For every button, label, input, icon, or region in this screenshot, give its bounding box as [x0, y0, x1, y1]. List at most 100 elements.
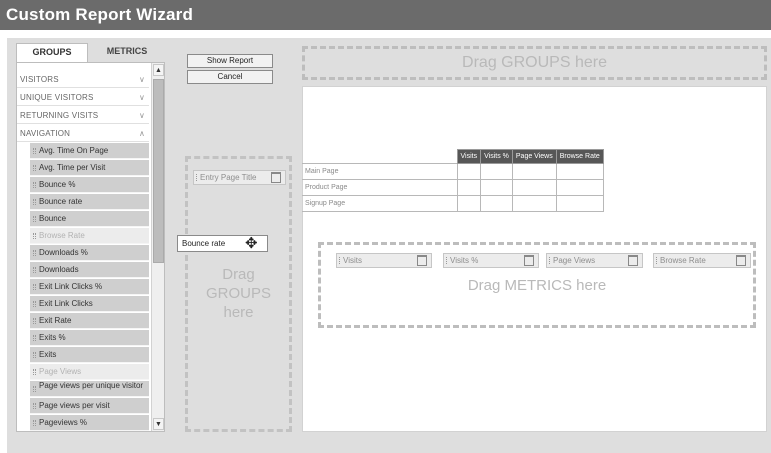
column-header: Visits — [456, 149, 482, 164]
metric-label: Exit Rate — [39, 316, 72, 325]
metric-label: Pageviews % — [39, 418, 88, 427]
table-cell — [511, 195, 557, 212]
group-chip[interactable]: Entry Page Title — [193, 170, 286, 185]
metric-label: Browse Rate — [39, 231, 85, 240]
metric-label: Bounce % — [39, 180, 76, 189]
metric-label: Bounce rate — [39, 197, 83, 206]
trash-icon[interactable] — [271, 172, 281, 183]
chevron-down-icon[interactable]: ∨ — [139, 71, 145, 88]
drag-handle-icon — [33, 318, 36, 324]
table-cell — [480, 179, 513, 196]
metric-item[interactable]: Page views per unique visitor — [30, 381, 149, 397]
drag-handle-icon — [33, 199, 36, 205]
dragging-metric[interactable]: Bounce rate ✥ — [177, 235, 268, 252]
group-header-returning-visits[interactable]: RETURNING VISITS ∨ — [17, 107, 149, 124]
group-chip-label: Entry Page Title — [200, 173, 257, 182]
metric-chip[interactable]: Visits — [336, 253, 432, 268]
table-cell — [456, 195, 482, 212]
metric-item[interactable]: Exits % — [30, 330, 149, 346]
metric-label: Exits % — [39, 333, 66, 342]
metric-item[interactable]: Bounce — [30, 211, 149, 227]
metric-label: Page Views — [39, 367, 82, 376]
report-preview-table: Visits Visits % Page Views Browse Rate M… — [302, 149, 604, 212]
group-header-visitors[interactable]: VISITORS ∨ — [17, 71, 149, 88]
metric-item[interactable]: Page views per visit — [30, 398, 149, 414]
chevron-down-icon[interactable]: ∨ — [139, 107, 145, 124]
chevron-up-icon[interactable]: ∧ — [139, 125, 145, 142]
metric-item[interactable]: Bounce % — [30, 177, 149, 193]
metric-chip-label: Page Views — [553, 256, 596, 265]
drop-zone-hint: Drag GROUPS here — [462, 54, 607, 71]
column-header: Browse Rate — [555, 149, 604, 164]
group-label: RETURNING VISITS — [20, 111, 99, 120]
group-label: VISITORS — [20, 75, 59, 84]
metric-item[interactable]: Avg. Time On Page — [30, 143, 149, 159]
trash-icon[interactable] — [628, 255, 638, 266]
drag-handle-icon — [33, 267, 36, 273]
groups-drop-zone[interactable]: Entry Page Title Drag GROUPS here — [185, 156, 292, 432]
row-label: Signup Page — [302, 195, 458, 212]
drag-handle-icon — [33, 403, 36, 409]
table-cell — [511, 179, 557, 196]
drag-handle-icon — [33, 301, 36, 307]
trash-icon[interactable] — [736, 255, 746, 266]
drag-handle-icon — [33, 284, 36, 290]
drag-handle-icon — [446, 257, 448, 264]
drag-handle-icon — [33, 216, 36, 222]
metric-label: Page views per visit — [39, 401, 110, 410]
field-list: VISITORS ∨ UNIQUE VISITORS ∨ RETURNING V… — [16, 62, 165, 432]
metric-item[interactable]: Downloads — [30, 262, 149, 278]
metric-item[interactable]: Avg. Time per Visit — [30, 160, 149, 176]
table-cell — [555, 195, 604, 212]
cancel-button[interactable]: Cancel — [187, 70, 273, 84]
group-header-unique-visitors[interactable]: UNIQUE VISITORS ∨ — [17, 89, 149, 106]
table-header-row: Visits Visits % Page Views Browse Rate — [302, 149, 604, 164]
metric-item[interactable]: Pageviews % — [30, 415, 149, 431]
metric-item[interactable]: Exit Link Clicks % — [30, 279, 149, 295]
tab-strip: GROUPS METRICS — [10, 40, 168, 62]
scroll-down-arrow-icon[interactable]: ▼ — [153, 418, 164, 430]
field-chooser: GROUPS METRICS VISITORS ∨ UNIQUE VISITOR… — [10, 40, 168, 440]
table-row: Signup Page — [302, 195, 604, 212]
table-cell — [511, 163, 557, 180]
table-corner — [302, 150, 457, 164]
metric-item-disabled: Browse Rate — [30, 228, 149, 244]
metric-label: Avg. Time On Page — [39, 146, 109, 155]
move-cursor-icon: ✥ — [245, 235, 258, 252]
table-cell — [480, 163, 513, 180]
tab-groups[interactable]: GROUPS — [16, 43, 88, 62]
trash-icon[interactable] — [524, 255, 534, 266]
metrics-drop-zone[interactable]: Visits Visits % Page Views Browse Rate D… — [318, 242, 756, 328]
trash-icon[interactable] — [417, 255, 427, 266]
title-bar: Custom Report Wizard — [0, 0, 771, 30]
metric-chip-label: Visits % — [450, 256, 479, 265]
group-label: NAVIGATION — [20, 129, 71, 138]
drag-handle-icon — [33, 420, 36, 426]
field-list-scrollbar[interactable]: ▲ ▼ — [151, 63, 164, 431]
chevron-down-icon[interactable]: ∨ — [139, 89, 145, 106]
drop-zone-hint: Drag GROUPS here — [205, 266, 271, 321]
metric-label: Page views per unique visitor — [39, 381, 144, 390]
metric-chip[interactable]: Page Views — [546, 253, 643, 268]
drag-handle-icon — [33, 352, 36, 358]
metric-item[interactable]: Exits — [30, 347, 149, 363]
group-header-navigation[interactable]: NAVIGATION ∧ — [17, 125, 149, 142]
metric-item[interactable]: Downloads % — [30, 245, 149, 261]
table-cell — [456, 179, 482, 196]
window-title: Custom Report Wizard — [6, 5, 194, 24]
metric-label: Downloads — [39, 265, 79, 274]
drag-handle-icon — [656, 257, 658, 264]
tab-metrics[interactable]: METRICS — [90, 43, 164, 62]
metric-chip[interactable]: Visits % — [443, 253, 539, 268]
scrollbar-thumb[interactable] — [153, 79, 164, 263]
metric-label: Exits — [39, 350, 57, 359]
scroll-up-arrow-icon[interactable]: ▲ — [153, 64, 164, 76]
metric-item-disabled: Page Views — [30, 364, 149, 380]
metric-item[interactable]: Bounce rate — [30, 194, 149, 210]
metric-item[interactable]: Exit Link Clicks — [30, 296, 149, 312]
top-groups-drop-zone[interactable]: Drag GROUPS here — [302, 46, 767, 80]
metric-item[interactable]: Exit Rate — [30, 313, 149, 329]
table-cell — [555, 179, 604, 196]
show-report-button[interactable]: Show Report — [187, 54, 273, 68]
metric-chip[interactable]: Browse Rate — [653, 253, 751, 268]
